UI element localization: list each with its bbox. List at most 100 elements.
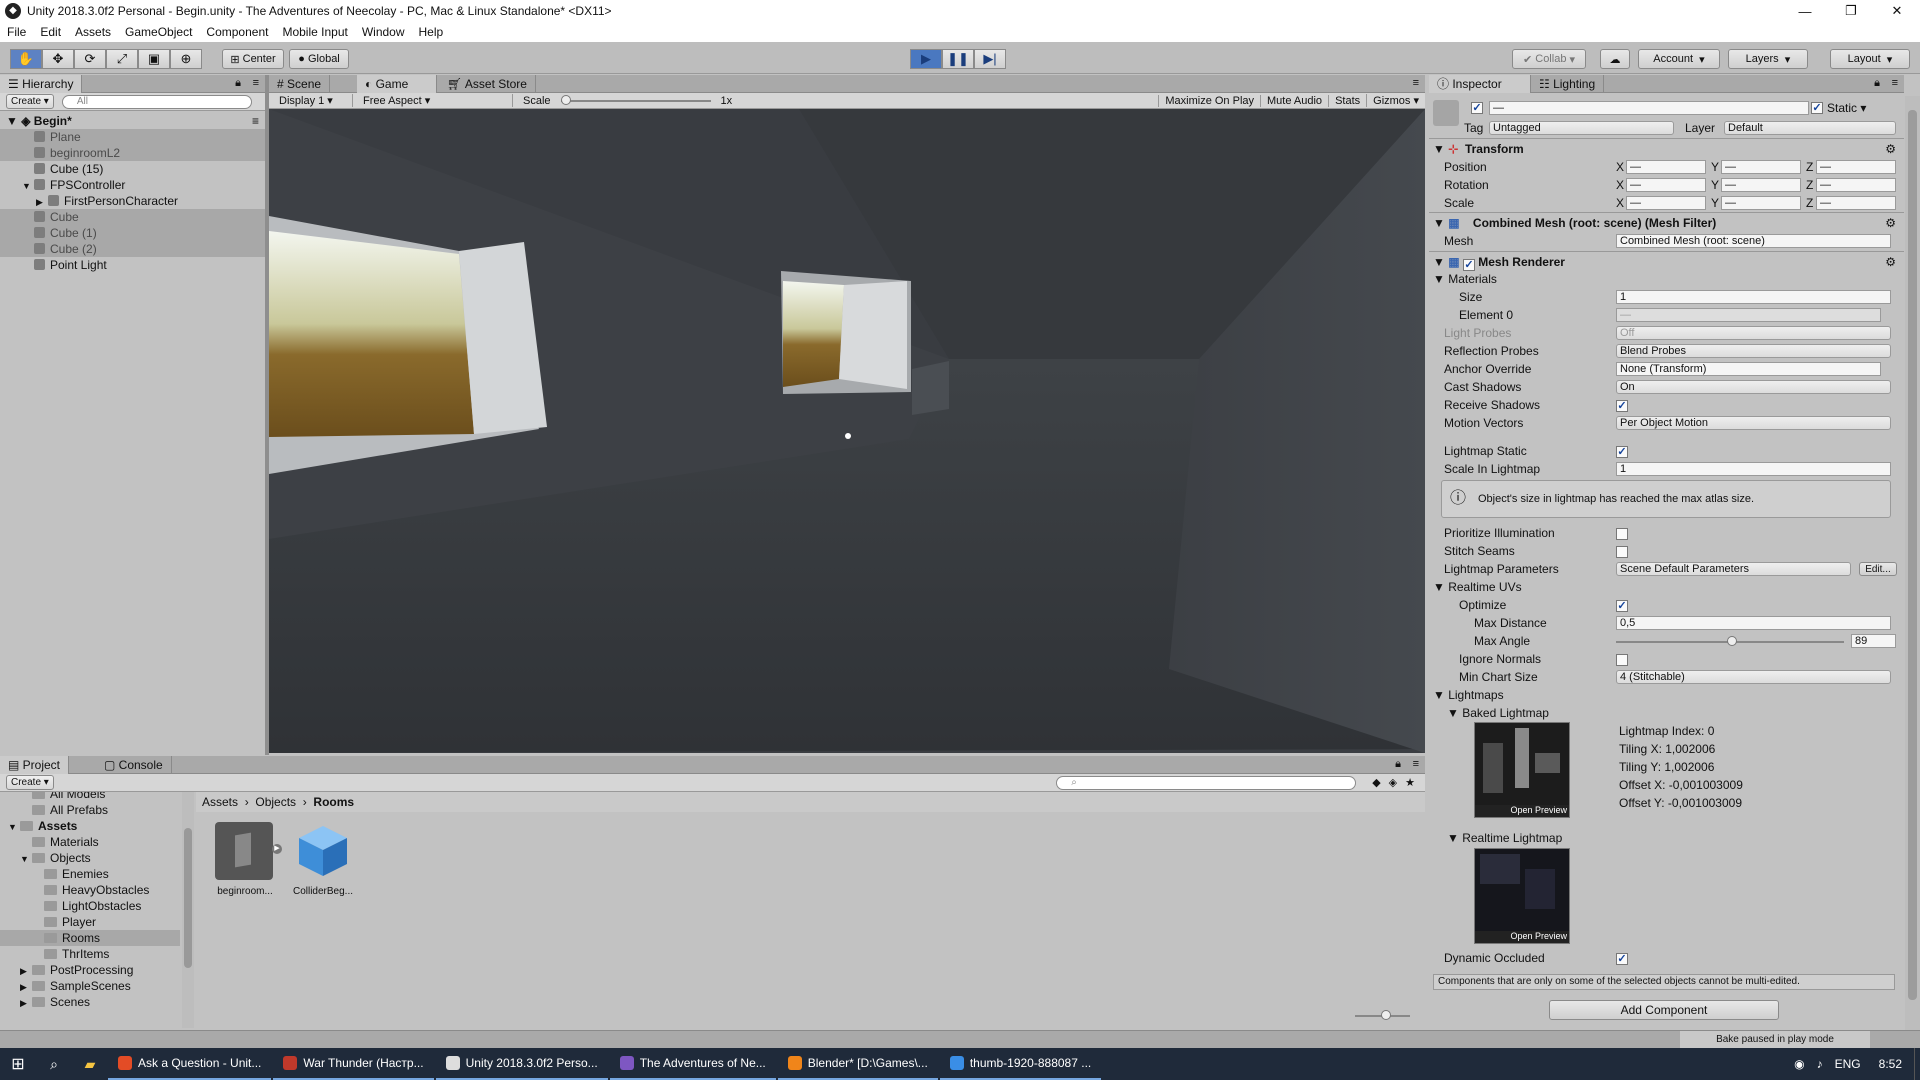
hierarchy-item[interactable]: Cube xyxy=(0,209,265,225)
scale-slider[interactable] xyxy=(560,94,711,105)
mesh-field[interactable]: Combined Mesh (root: scene) xyxy=(1616,234,1891,248)
hierarchy-item[interactable]: ▼ FPSController xyxy=(0,177,265,193)
scale-slider-thumb[interactable] xyxy=(560,94,571,105)
max-angle-field[interactable]: 89 xyxy=(1851,634,1896,648)
component-settings-icon[interactable]: ⚙ xyxy=(1885,252,1896,272)
menu-component[interactable]: Component xyxy=(199,25,275,39)
menu-mobile-input[interactable]: Mobile Input xyxy=(275,25,354,39)
min-chart-size-dropdown[interactable]: 4 (Stitchable) xyxy=(1616,670,1891,684)
tab-console[interactable]: ▢ Console xyxy=(96,756,172,774)
project-lock-icon[interactable]: 🔒︎ xyxy=(1395,758,1401,771)
tab-project[interactable]: ▤ Project xyxy=(0,756,70,774)
lightmaps-foldout[interactable]: ▼ Lightmaps xyxy=(1433,686,1504,704)
search-icon[interactable]: ⌕ xyxy=(36,1056,72,1073)
menu-file[interactable]: File xyxy=(0,25,33,39)
inspector-scrollbar[interactable] xyxy=(1905,96,1920,1030)
foldout-arrow-icon[interactable]: ▶ xyxy=(20,963,32,979)
lightmap-static-checkbox[interactable]: ✓ xyxy=(1616,446,1628,458)
realtime-lightmap-preview[interactable]: Open Preview xyxy=(1474,848,1570,944)
file-explorer-icon[interactable]: ▰ xyxy=(72,1056,108,1073)
hierarchy-item[interactable]: Plane xyxy=(0,129,265,145)
realtime-uvs-foldout[interactable]: ▼ Realtime UVs xyxy=(1433,578,1522,596)
tab-lighting[interactable]: ☷ Lighting xyxy=(1531,75,1605,93)
project-tree-item[interactable]: Player xyxy=(0,914,180,930)
layer-dropdown[interactable]: Default xyxy=(1724,121,1896,135)
prioritize-illumination-checkbox[interactable] xyxy=(1616,528,1628,540)
meshfilter-header[interactable]: ▼ ▦ Combined Mesh (root: scene) (Mesh Fi… xyxy=(1429,212,1904,232)
taskbar-app[interactable]: War Thunder (Настр... xyxy=(273,1048,434,1080)
static-checkbox[interactable]: ✓ xyxy=(1811,102,1823,114)
transform-position-x-field[interactable]: — xyxy=(1626,160,1706,174)
project-tree-item[interactable]: ▶ SampleScenes xyxy=(0,978,180,994)
layout-dropdown[interactable]: Layout ▾ xyxy=(1830,49,1910,69)
cast-shadows-dropdown[interactable]: On xyxy=(1616,380,1891,394)
show-desktop-button[interactable] xyxy=(1914,1048,1920,1080)
scene-menu-icon[interactable]: ≡ xyxy=(252,113,259,129)
tab-game[interactable]: ◐ Game xyxy=(357,75,437,93)
tag-dropdown[interactable]: Untagged xyxy=(1489,121,1674,135)
reflection-probes-dropdown[interactable]: Blend Probes xyxy=(1616,344,1891,358)
cloud-button[interactable]: ☁ xyxy=(1600,49,1630,69)
close-button[interactable]: ✕ xyxy=(1874,3,1920,19)
hierarchy-item[interactable]: ▶ FirstPersonCharacter xyxy=(0,193,265,209)
lightmap-parameters-dropdown[interactable]: Scene Default Parameters xyxy=(1616,562,1851,576)
project-tree-item[interactable]: ThrItems xyxy=(0,946,180,962)
breadcrumb-rooms[interactable]: Rooms xyxy=(313,795,354,809)
taskbar-app[interactable]: Ask a Question - Unit... xyxy=(108,1048,272,1080)
game-viewport[interactable] xyxy=(269,109,1425,753)
breadcrumb-assets[interactable]: Assets xyxy=(202,795,238,809)
component-settings-icon[interactable]: ⚙ xyxy=(1885,213,1896,233)
asset-beginroom[interactable]: ▶ beginroom... xyxy=(210,820,282,905)
tab-inspector[interactable]: ⓘ Inspector xyxy=(1429,75,1531,93)
breadcrumb-objects[interactable]: Objects xyxy=(255,795,296,809)
transform-rotation-z-field[interactable]: — xyxy=(1816,178,1896,192)
hierarchy-item[interactable]: Cube (15) xyxy=(0,161,265,177)
inspector-lock-icon[interactable]: 🔒︎ xyxy=(1874,77,1880,90)
maximize-on-play-toggle[interactable]: Maximize On Play xyxy=(1158,94,1260,107)
tab-hierarchy[interactable]: ☰ Hierarchy xyxy=(0,75,83,93)
asset-colliderbeg[interactable]: ColliderBeg... xyxy=(288,820,358,905)
foldout-arrow-icon[interactable]: ▼ xyxy=(8,819,20,835)
transform-scale-z-field[interactable]: — xyxy=(1816,196,1896,210)
anchor-override-field[interactable]: None (Transform) xyxy=(1616,362,1881,376)
panel-menu-icon[interactable]: ≡ xyxy=(253,77,259,89)
component-settings-icon[interactable]: ⚙ xyxy=(1885,139,1896,159)
step-icon[interactable]: ▶| xyxy=(974,49,1006,69)
ignore-normals-checkbox[interactable] xyxy=(1616,654,1628,666)
project-tree-item[interactable]: ▼ Objects xyxy=(0,850,180,866)
view-menu-icon[interactable]: ≡ xyxy=(1413,77,1419,89)
menu-window[interactable]: Window xyxy=(355,25,412,39)
rect-tool-icon[interactable]: ▣ xyxy=(138,49,170,69)
hierarchy-search-input[interactable]: All xyxy=(61,94,252,109)
static-dropdown[interactable]: Static ▾ xyxy=(1827,99,1866,117)
transform-position-z-field[interactable]: — xyxy=(1816,160,1896,174)
hierarchy-item[interactable]: Point Light xyxy=(0,257,265,273)
tab-asset-store[interactable]: 🛒︎ Asset Store xyxy=(439,75,536,93)
transform-rotation-x-field[interactable]: — xyxy=(1626,178,1706,192)
windows-start-icon[interactable]: ⊞ xyxy=(0,1054,36,1074)
scale-in-lightmap-field[interactable]: 1 xyxy=(1616,462,1891,476)
project-create-dropdown[interactable]: Create ▾ xyxy=(6,775,54,790)
transform-position-y-field[interactable]: — xyxy=(1721,160,1801,174)
foldout-arrow-icon[interactable]: ▶ xyxy=(36,194,48,210)
display-dropdown[interactable]: Display 1 ▾ xyxy=(269,94,353,107)
meshrenderer-header[interactable]: ▼ ▦ ✓ Mesh Renderer ⚙ xyxy=(1429,251,1904,271)
project-search-input[interactable]: ⌕ xyxy=(1056,775,1357,790)
materials-foldout[interactable]: ▼ Materials xyxy=(1433,270,1497,288)
taskbar-app[interactable]: thumb-1920-888087 ... xyxy=(939,1048,1102,1080)
play-icon[interactable]: ▶ xyxy=(910,49,942,69)
project-tree-item[interactable]: LightObstacles xyxy=(0,898,180,914)
project-menu-icon[interactable]: ≡ xyxy=(1413,758,1419,770)
layers-dropdown[interactable]: Layers ▾ xyxy=(1728,49,1808,69)
tab-scene[interactable]: # Scene xyxy=(269,75,331,93)
tree-scrollbar[interactable] xyxy=(182,792,194,1028)
dynamic-occluded-checkbox[interactable]: ✓ xyxy=(1616,953,1628,965)
add-component-button[interactable]: Add Component xyxy=(1549,1000,1779,1020)
open-preview-realtime[interactable]: Open Preview xyxy=(1475,931,1569,943)
foldout-arrow-icon[interactable]: ▼ xyxy=(20,851,32,867)
taskbar-app[interactable]: Blender* [D:\Games\... xyxy=(777,1048,938,1080)
maximize-button[interactable]: ❐ xyxy=(1828,3,1874,19)
menu-assets[interactable]: Assets xyxy=(68,25,118,39)
icon-size-slider-thumb[interactable] xyxy=(1381,1010,1391,1020)
transform-scale-x-field[interactable]: — xyxy=(1626,196,1706,210)
